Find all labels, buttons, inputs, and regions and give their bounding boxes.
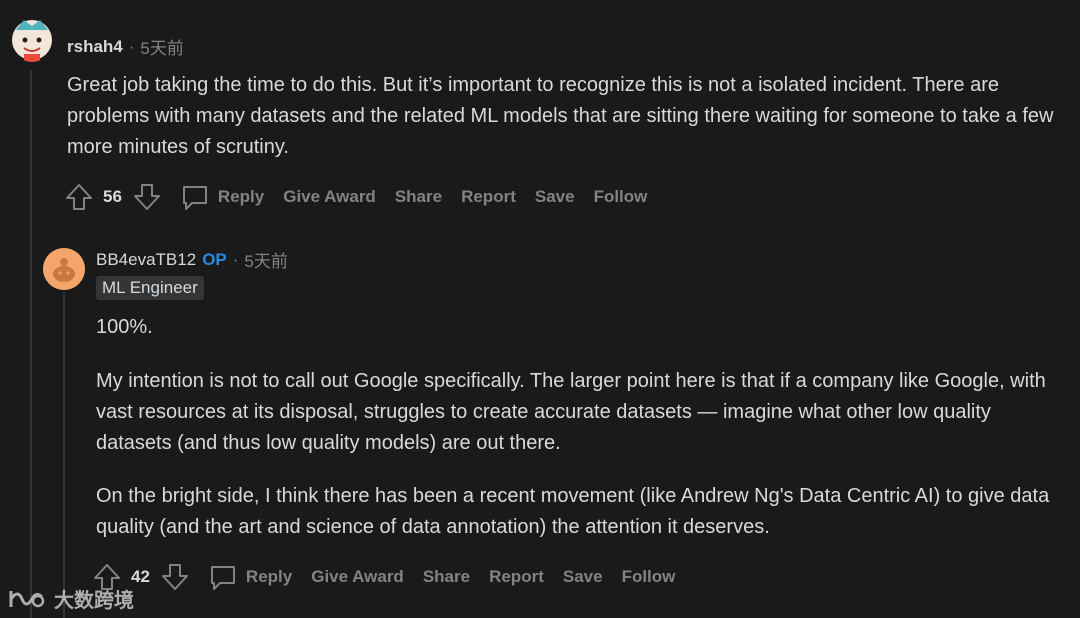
reply-icon[interactable] (208, 562, 238, 592)
vote-count: 56 (103, 187, 122, 206)
reply-button[interactable]: Reply (246, 567, 292, 587)
comment-text: Great job taking the time to do this. Bu… (67, 74, 1054, 158)
report-button[interactable]: Report (461, 187, 516, 207)
thread-line-2[interactable] (63, 292, 65, 618)
op-badge: OP (202, 249, 227, 269)
comment-body: Great job taking the time to do this. Bu… (67, 70, 1057, 163)
vote-control: 56 (64, 182, 180, 212)
give-award-button[interactable]: Give Award (311, 567, 404, 587)
avatar[interactable] (10, 14, 54, 62)
username[interactable]: rshah4 (67, 37, 123, 57)
comment-paragraph: On the bright side, I think there has be… (96, 485, 1050, 538)
reply-icon[interactable] (180, 182, 210, 212)
save-button[interactable]: Save (563, 567, 603, 587)
share-button[interactable]: Share (395, 187, 442, 207)
comment-body: 100%. My intention is not to call out Go… (96, 312, 1056, 543)
reply-button[interactable]: Reply (218, 187, 264, 207)
give-award-button[interactable]: Give Award (283, 187, 376, 207)
timestamp[interactable]: 5天前 (140, 34, 183, 59)
save-button[interactable]: Save (535, 187, 575, 207)
upvote-icon[interactable] (64, 182, 94, 212)
follow-button[interactable]: Follow (622, 567, 676, 587)
watermark: 大数跨境 (8, 584, 134, 613)
timestamp[interactable]: 5天前 (244, 247, 287, 272)
watermark-text: 大数跨境 (54, 590, 134, 612)
downvote-icon[interactable] (132, 182, 162, 212)
comment-meta: BB4evaTB12 OP · 5天前 (96, 247, 288, 272)
comment-actions: 56 Reply Give Award Share Report Save Fo… (64, 182, 666, 212)
avatar[interactable] (43, 248, 85, 290)
separator-dot: · (128, 36, 135, 56)
thread-line-1[interactable] (30, 70, 32, 618)
comment-meta: rshah4 · 5天前 (67, 34, 184, 59)
report-button[interactable]: Report (489, 567, 544, 587)
separator-dot: · (232, 249, 239, 269)
downvote-icon[interactable] (160, 562, 190, 592)
comment-actions: 42 Reply Give Award Share Report Save Fo… (92, 562, 694, 592)
comment-paragraph: 100%. (96, 316, 153, 338)
username[interactable]: BB4evaTB12 (96, 250, 196, 270)
watermark-logo-icon (8, 587, 48, 611)
comment-paragraph: My intention is not to call out Google s… (96, 370, 1046, 454)
share-button[interactable]: Share (423, 567, 470, 587)
follow-button[interactable]: Follow (594, 187, 648, 207)
user-flair: ML Engineer (96, 276, 204, 300)
